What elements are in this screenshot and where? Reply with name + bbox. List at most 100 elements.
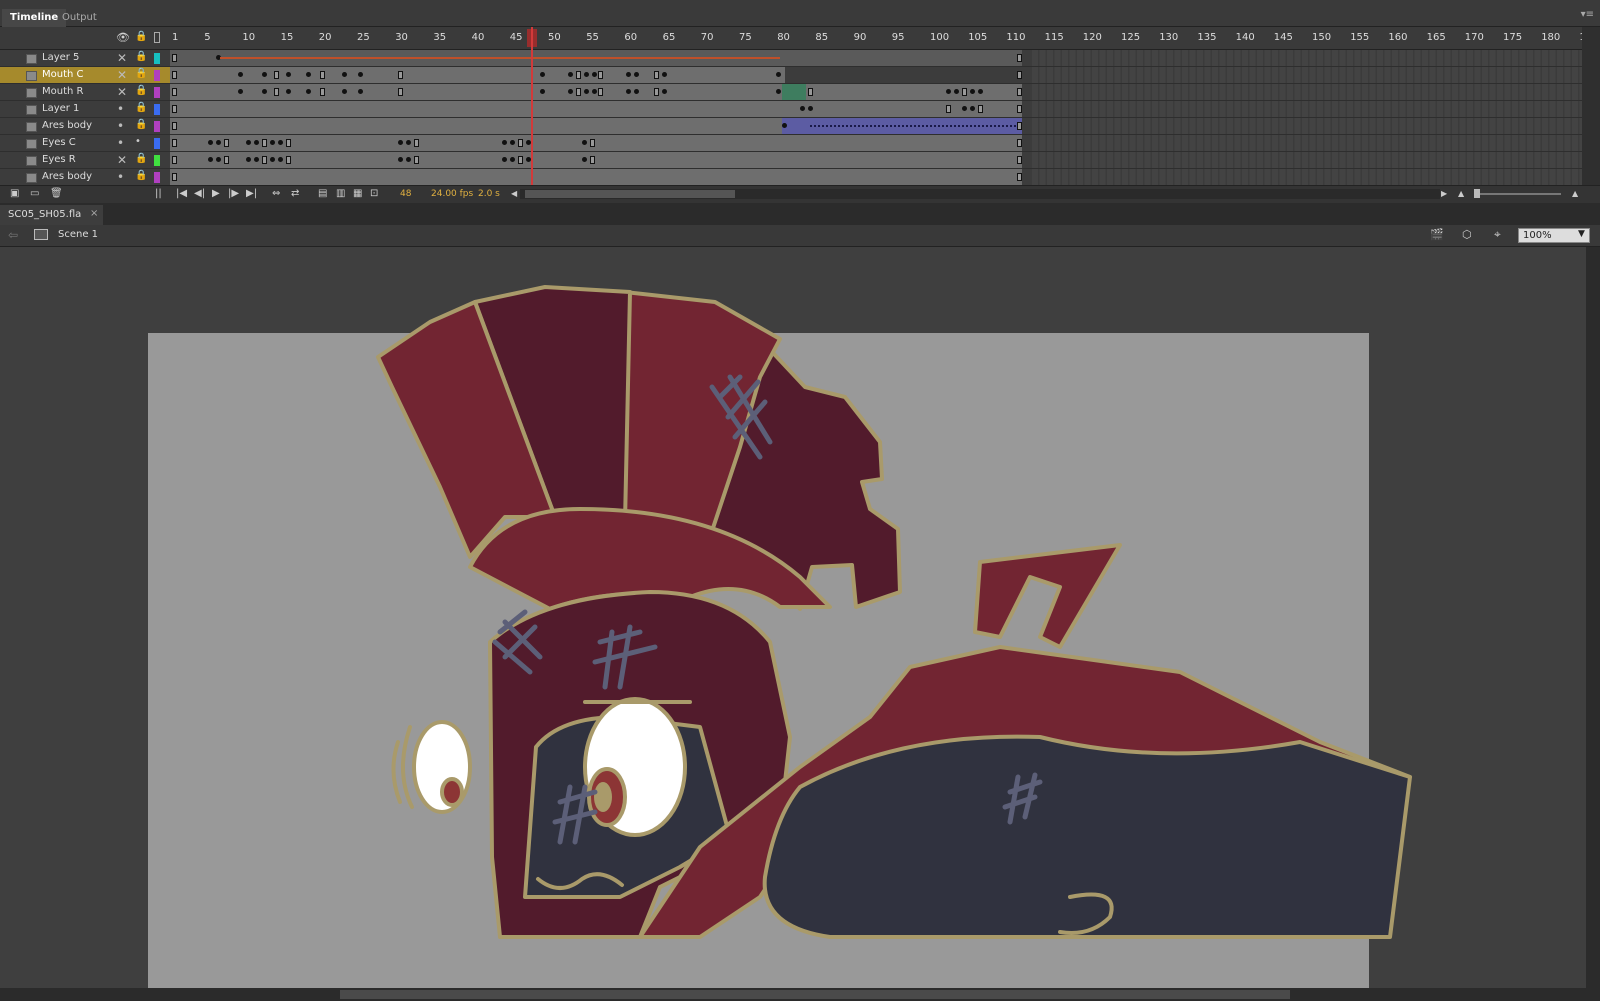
layer-name[interactable]: Eyes C xyxy=(42,137,76,148)
keyframe[interactable] xyxy=(584,89,589,94)
keyframe[interactable] xyxy=(172,105,177,113)
end-frame[interactable] xyxy=(1017,54,1022,62)
keyframe[interactable] xyxy=(518,156,523,164)
frame-rate[interactable]: 24.00 fps xyxy=(431,189,473,199)
keyframe[interactable] xyxy=(262,156,267,164)
layer-row[interactable]: Eyes R ✕ 🔒 xyxy=(0,152,170,169)
keyframe[interactable] xyxy=(254,140,259,145)
edit-multiple-icon[interactable]: ▥ xyxy=(336,188,345,199)
motion-tween[interactable] xyxy=(782,84,806,100)
keyframe[interactable] xyxy=(568,89,573,94)
keyframe[interactable] xyxy=(246,140,251,145)
keyframe[interactable] xyxy=(590,156,595,164)
keyframe[interactable] xyxy=(172,173,177,181)
keyframe[interactable] xyxy=(342,72,347,77)
layer-color-swatch[interactable] xyxy=(154,104,160,115)
layer-row[interactable]: Layer 5 ✕ 🔒 xyxy=(0,50,170,67)
layer-name[interactable]: Layer 1 xyxy=(42,103,79,114)
layer-row[interactable]: Mouth R ✕ 🔒 xyxy=(0,84,170,101)
keyframe[interactable] xyxy=(278,140,283,145)
keyframe[interactable] xyxy=(238,72,243,77)
keyframe[interactable] xyxy=(540,89,545,94)
frame-span[interactable] xyxy=(170,101,1022,117)
keyframe[interactable] xyxy=(978,89,983,94)
scene-breadcrumb[interactable]: Scene 1 xyxy=(58,229,98,240)
fit-frames-icon[interactable]: ⊡ xyxy=(370,188,378,199)
keyframe[interactable] xyxy=(208,157,213,162)
layer-name[interactable]: Ares body xyxy=(42,171,92,182)
unlocked-dot-icon[interactable]: • xyxy=(135,136,141,147)
keyframe[interactable] xyxy=(216,140,221,145)
layer-color-swatch[interactable] xyxy=(154,121,160,132)
keyframe[interactable] xyxy=(970,106,975,111)
keyframe[interactable] xyxy=(962,88,967,96)
go-first-icon[interactable]: |◀ xyxy=(176,188,187,199)
keyframe[interactable] xyxy=(238,89,243,94)
zoom-small-icon[interactable]: ▲ xyxy=(1458,189,1464,198)
center-stage-icon[interactable]: ⌖ xyxy=(1494,227,1501,242)
keyframe[interactable] xyxy=(358,72,363,77)
keyframe[interactable] xyxy=(320,88,325,96)
edit-scene-icon[interactable]: 🎬 xyxy=(1430,228,1444,241)
keyframe[interactable] xyxy=(576,88,581,96)
keyframe[interactable] xyxy=(224,139,229,147)
frame-grid[interactable] xyxy=(170,50,1582,185)
onion-markers-icon[interactable]: ▦ xyxy=(353,188,362,199)
frame-row[interactable] xyxy=(170,84,1582,101)
keyframe[interactable] xyxy=(584,72,589,77)
keyframe[interactable] xyxy=(510,140,515,145)
lock-icon[interactable]: 🔒 xyxy=(135,153,147,164)
layer-name[interactable]: Ares body xyxy=(42,120,92,131)
empty-frames[interactable] xyxy=(1032,84,1582,100)
edit-symbol-icon[interactable]: ⬡ xyxy=(1462,228,1472,241)
current-frame[interactable]: 48 xyxy=(400,189,411,199)
keyframe[interactable] xyxy=(358,89,363,94)
keyframe[interactable] xyxy=(216,157,221,162)
keyframe[interactable] xyxy=(654,88,659,96)
keyframe[interactable] xyxy=(946,105,951,113)
layer-name[interactable]: Mouth R xyxy=(42,86,83,97)
keyframe[interactable] xyxy=(626,72,631,77)
keyframe[interactable] xyxy=(172,54,177,62)
frame-row[interactable] xyxy=(170,169,1582,185)
ares-character-artwork[interactable] xyxy=(0,247,1586,988)
keyframe[interactable] xyxy=(262,72,267,77)
outline-icon[interactable] xyxy=(154,32,160,43)
panel-menu-icon[interactable]: ▾≡ xyxy=(1581,9,1594,20)
keyframe[interactable] xyxy=(208,140,213,145)
end-frame[interactable] xyxy=(1017,122,1022,130)
end-frame[interactable] xyxy=(1017,173,1022,181)
keyframe[interactable] xyxy=(414,156,419,164)
keyframe[interactable] xyxy=(224,156,229,164)
keyframe[interactable] xyxy=(662,89,667,94)
visible-dot-icon[interactable]: • xyxy=(117,136,124,150)
hidden-x-icon[interactable]: ✕ xyxy=(117,51,127,65)
onion-skin-icon[interactable]: ⇄ xyxy=(291,188,299,199)
keyframe[interactable] xyxy=(342,89,347,94)
keyframe[interactable] xyxy=(518,139,523,147)
keyframe[interactable] xyxy=(962,106,967,111)
empty-frames[interactable] xyxy=(1032,135,1582,151)
keyframe[interactable] xyxy=(634,89,639,94)
keyframe[interactable] xyxy=(776,72,781,77)
keyframe[interactable] xyxy=(246,157,251,162)
keyframe[interactable] xyxy=(306,72,311,77)
new-folder-icon[interactable]: ▭ xyxy=(30,188,39,199)
end-frame[interactable] xyxy=(1017,71,1022,79)
keyframe[interactable] xyxy=(598,88,603,96)
step-back-icon[interactable]: ◀| xyxy=(194,188,205,199)
keyframe[interactable] xyxy=(172,88,177,96)
visible-dot-icon[interactable]: • xyxy=(117,170,124,184)
empty-frames[interactable] xyxy=(1032,50,1582,66)
lock-icon[interactable]: 🔒 xyxy=(135,85,147,96)
keyframe[interactable] xyxy=(808,88,813,96)
lock-icon[interactable]: 🔒 xyxy=(135,170,147,181)
keyframe[interactable] xyxy=(626,89,631,94)
empty-frames[interactable] xyxy=(1032,152,1582,168)
end-frame[interactable] xyxy=(1017,139,1022,147)
layer-row[interactable]: Mouth C ✕ 🔒 xyxy=(0,67,170,84)
layer-name[interactable]: Eyes R xyxy=(42,154,76,165)
keyframe[interactable] xyxy=(278,157,283,162)
layer-row[interactable]: Ares body • 🔒 xyxy=(0,169,170,186)
go-last-icon[interactable]: ▶| xyxy=(246,188,257,199)
